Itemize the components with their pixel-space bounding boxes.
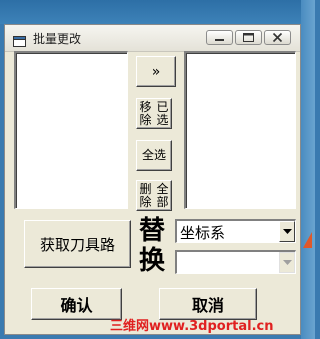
- fetch-toolpath-button[interactable]: 获取刀具路: [24, 220, 131, 268]
- confirm-button[interactable]: 确认: [31, 288, 122, 320]
- restore-icon: [243, 33, 254, 42]
- select-all-button[interactable]: 全选: [136, 140, 172, 171]
- desktop-background: [0, 0, 315, 24]
- coordinate-system-combo[interactable]: 坐标系: [175, 219, 296, 243]
- desktop-arrow-icon: [303, 232, 312, 248]
- coordinate-system-value: 坐标系: [180, 224, 226, 242]
- add-selected-button[interactable]: »: [136, 56, 176, 87]
- replace-combo-dropdown-button[interactable]: [279, 252, 295, 273]
- replace-target-combo[interactable]: [175, 250, 296, 274]
- remove-selected-label-line2: 已选: [156, 99, 169, 127]
- batch-change-dialog: 批量更改 » 移除 已选 全选 删除 全部 获取刀具路 替 换 坐标系 确认 取…: [4, 24, 301, 335]
- remove-selected-button[interactable]: 移除 已选: [136, 98, 172, 129]
- replace-label-char1: 替: [139, 216, 166, 246]
- close-button[interactable]: [264, 30, 291, 45]
- minimize-button[interactable]: [206, 30, 233, 45]
- title-bar[interactable]: 批量更改: [5, 25, 300, 52]
- selected-listbox[interactable]: [184, 51, 296, 209]
- delete-all-label-line1: 删除: [139, 181, 152, 209]
- remove-selected-label-line1: 移除: [139, 99, 152, 127]
- watermark-text: 三维网www.3dportal.cn: [110, 319, 274, 334]
- chevron-down-icon: [283, 260, 292, 265]
- delete-all-label-line2: 全部: [156, 181, 169, 209]
- window-title: 批量更改: [33, 32, 82, 46]
- desktop-edge: [301, 0, 315, 339]
- source-listbox[interactable]: [14, 51, 128, 209]
- minimize-icon: [215, 39, 224, 41]
- coordinate-combo-dropdown-button[interactable]: [279, 221, 295, 242]
- chevron-down-icon: [283, 229, 292, 234]
- replace-label-char2: 换: [139, 246, 166, 276]
- delete-all-button[interactable]: 删除 全部: [136, 180, 172, 211]
- window-app-icon: [13, 32, 26, 47]
- restore-button[interactable]: [235, 30, 262, 45]
- close-icon: [272, 32, 283, 43]
